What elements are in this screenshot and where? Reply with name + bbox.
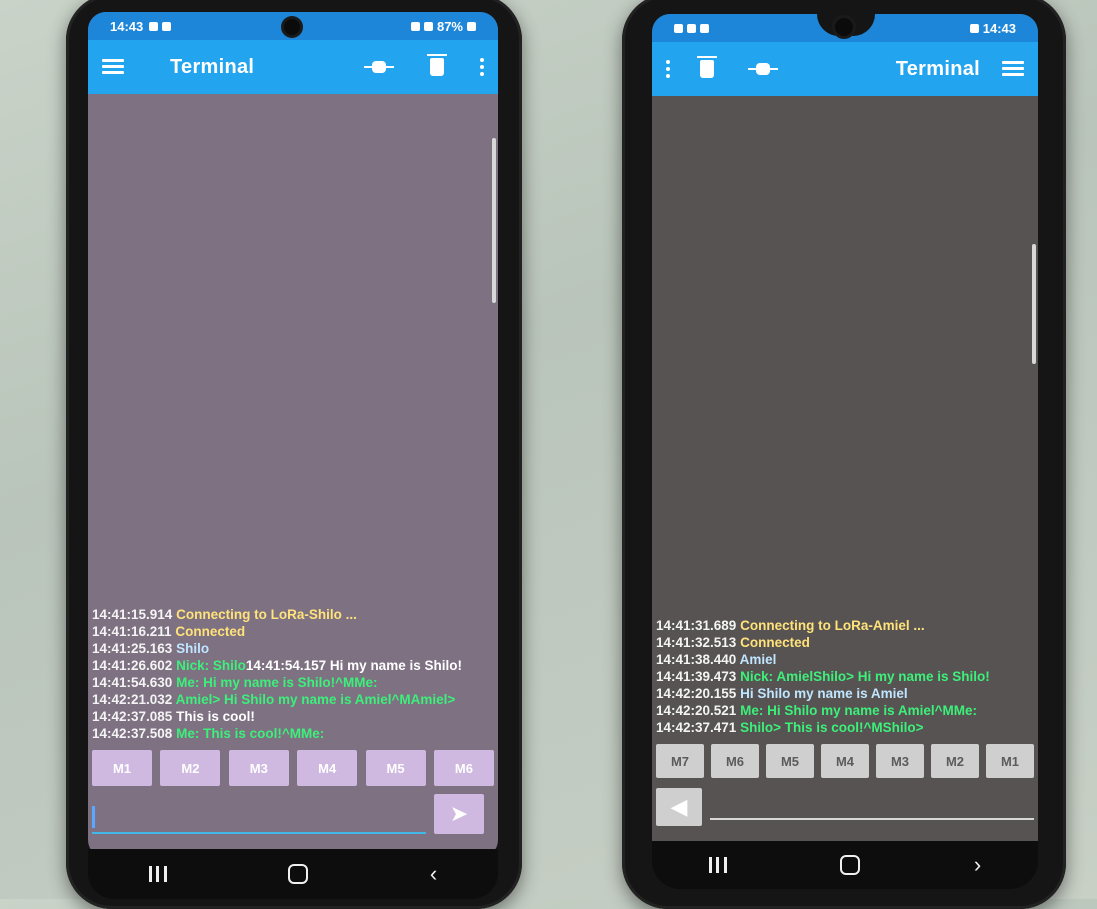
toolbar: Terminal (88, 40, 498, 94)
trash-icon[interactable] (427, 54, 447, 76)
macro-button-m4[interactable]: M4 (297, 750, 358, 786)
home-icon[interactable] (840, 855, 861, 875)
macro-button-m2[interactable]: M2 (931, 744, 979, 778)
right-screen: 14:43 Terminal 14:41:31.689 Connecting t… (652, 14, 1038, 866)
notification-icons (149, 21, 172, 31)
macro-button-m2[interactable]: M2 (160, 750, 221, 786)
forward-icon[interactable]: › (974, 852, 981, 878)
scrollbar[interactable] (492, 138, 496, 303)
more-vert-icon[interactable] (480, 58, 484, 76)
log-line: 14:41:38.440 Amiel (656, 652, 777, 667)
macro-button-m3[interactable]: M3 (876, 744, 924, 778)
log-line: 14:42:37.508 Me: This is cool!^MMe: (92, 726, 325, 741)
recents-icon[interactable] (148, 866, 167, 882)
hamburger-icon[interactable] (1002, 61, 1024, 77)
macro-buttons: M7 M6 M5 M4 M3 M2 M1 (652, 744, 1038, 778)
left-phone: 14:43 87% Terminal 14:41:15.914 Connecti… (66, 0, 522, 909)
toolbar: Terminal (652, 42, 1038, 96)
whatsapp-icon (149, 21, 159, 31)
front-camera (835, 18, 853, 36)
macro-button-m6[interactable]: M6 (711, 744, 759, 778)
sim-icon (700, 23, 709, 33)
back-icon[interactable]: ‹ (430, 861, 437, 887)
send-icon[interactable]: ◀ (656, 788, 702, 826)
macro-button-m1[interactable]: M1 (92, 750, 152, 786)
battery-level: 87% (436, 18, 463, 34)
macro-button-m7[interactable]: M7 (656, 744, 704, 778)
macro-button-m3[interactable]: M3 (228, 750, 289, 786)
system-icons: 87% (410, 18, 476, 34)
terminal-log: 14:41:31.689 Connecting to LoRa-Amiel ..… (656, 617, 1034, 736)
battery-icon (969, 23, 979, 33)
more-vert-icon[interactable] (666, 60, 670, 78)
message-input[interactable] (710, 818, 1034, 820)
scrollbar[interactable] (1032, 244, 1036, 364)
hamburger-icon[interactable] (102, 59, 124, 75)
message-input[interactable] (92, 832, 426, 834)
log-line: 14:42:20.521 Me: Hi Shilo my name is Ami… (656, 703, 978, 718)
recents-icon[interactable] (708, 857, 727, 873)
log-line: 14:41:15.914 Connecting to LoRa-Shilo ..… (92, 607, 357, 622)
plug-icon[interactable] (364, 60, 394, 74)
log-line: 14:42:20.155 Hi Shilo my name is Amiel (656, 686, 908, 701)
left-screen: 14:43 87% Terminal 14:41:15.914 Connecti… (88, 12, 498, 858)
log-line: 14:41:26.602 Nick: Shilo14:41:54.157 Hi … (92, 658, 462, 673)
notification-icons (674, 23, 709, 33)
system-nav-bar: ‹ (88, 849, 498, 899)
trash-icon[interactable] (697, 56, 717, 78)
right-phone: 14:43 Terminal 14:41:31.689 Connecting t… (622, 0, 1066, 909)
log-line: 14:41:25.163 Shilo (92, 641, 210, 656)
system-icons: 14:43 (969, 20, 1016, 36)
status-time: 14:43 (110, 18, 144, 34)
plug-icon[interactable] (748, 62, 778, 76)
macro-button-m4[interactable]: M4 (821, 744, 869, 778)
send-icon[interactable]: ➤ (434, 794, 484, 834)
home-icon[interactable] (288, 864, 309, 884)
notification-icon (162, 21, 172, 31)
signal-icon (423, 21, 433, 31)
battery-icon (467, 21, 476, 31)
log-line: 14:42:21.032 Amiel> Hi Shilo my name is … (92, 692, 456, 707)
wifi-icon (410, 21, 420, 31)
terminal-log: 14:41:15.914 Connecting to LoRa-Shilo ..… (92, 606, 494, 742)
signal-icon (687, 23, 696, 33)
system-nav-bar: › (652, 841, 1038, 889)
log-line: 14:41:16.211 Connected (92, 624, 246, 639)
log-line: 14:41:54.630 Me: Hi my name is Shilo!^MM… (92, 675, 378, 690)
log-line: 14:41:39.473 Nick: AmielShilo> Hi my nam… (656, 669, 990, 684)
toolbar-title: Terminal (170, 55, 255, 78)
log-line: 14:42:37.085 This is cool! (92, 709, 255, 724)
macro-button-m5[interactable]: M5 (766, 744, 814, 778)
status-time: 14:43 (982, 20, 1016, 36)
front-camera (284, 19, 300, 35)
log-line: 14:41:31.689 Connecting to LoRa-Amiel ..… (656, 618, 925, 633)
macro-buttons: M1 M2 M3 M4 M5 M6 (88, 750, 498, 786)
notification-icon (674, 23, 683, 33)
log-line: 14:42:37.471 Shilo> This is cool!^MShilo… (656, 720, 924, 735)
macro-button-m5[interactable]: M5 (365, 750, 426, 786)
toolbar-title: Terminal (895, 57, 980, 80)
log-line: 14:41:32.513 Connected (656, 635, 810, 650)
macro-button-m6[interactable]: M6 (433, 750, 494, 786)
text-cursor (92, 806, 95, 828)
macro-button-m1[interactable]: M1 (986, 744, 1034, 778)
